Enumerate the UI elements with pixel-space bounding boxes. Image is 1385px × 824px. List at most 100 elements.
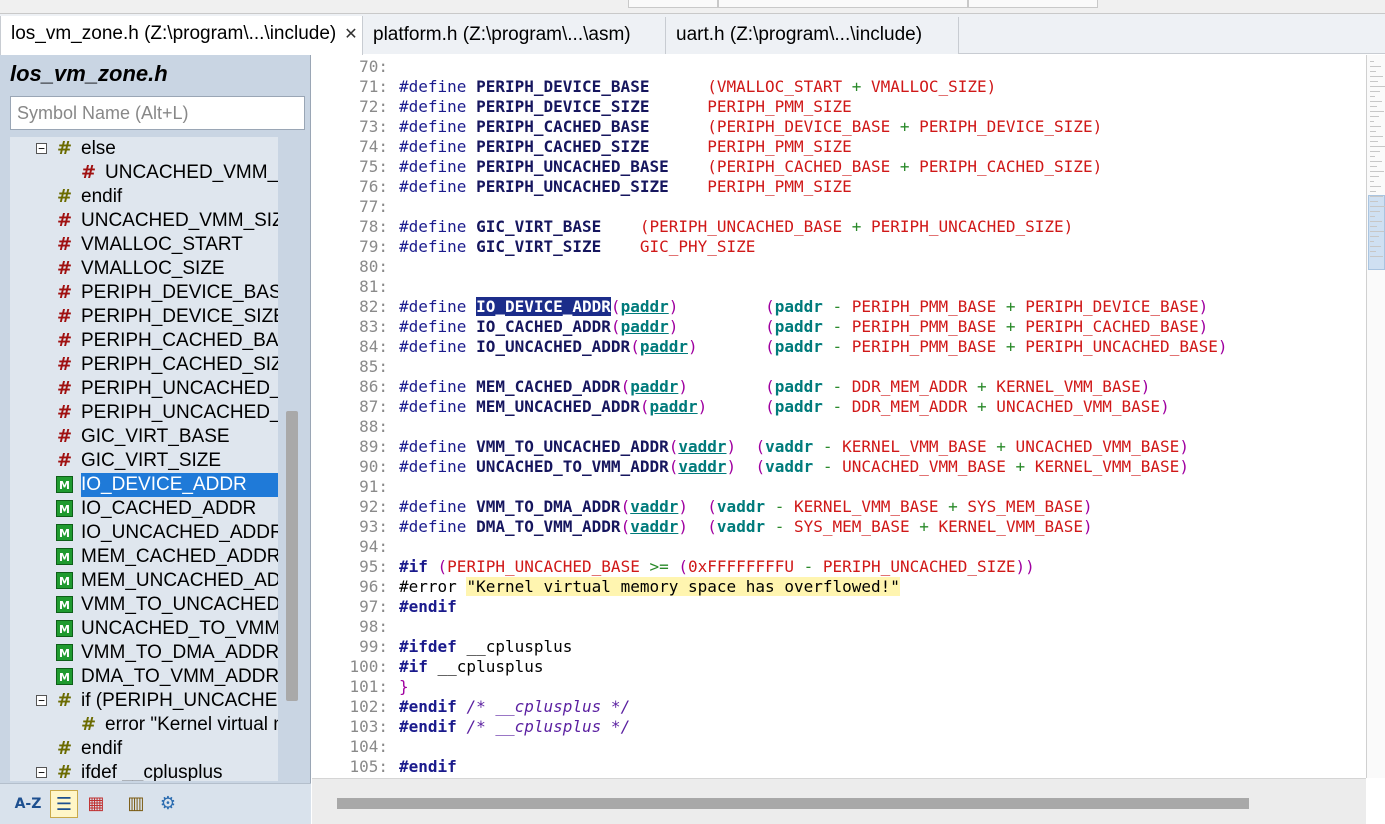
code-line[interactable]: 91: bbox=[312, 477, 1366, 497]
categories-icon[interactable]: ▦ bbox=[82, 790, 110, 818]
close-icon[interactable]: ✕ bbox=[344, 26, 357, 43]
symbol-item[interactable]: # error "Kernel virtual memory space has … bbox=[10, 713, 278, 737]
tab-platform[interactable]: platform.h (Z:\program\...\asm) bbox=[363, 17, 666, 54]
collapse-icon[interactable]: − bbox=[36, 695, 47, 706]
code-line[interactable]: 104: bbox=[312, 737, 1366, 757]
code-line[interactable]: 85: bbox=[312, 357, 1366, 377]
code-line[interactable]: 81: bbox=[312, 277, 1366, 297]
code-line[interactable]: 101:} bbox=[312, 677, 1366, 697]
code-text: #define PERIPH_CACHED_BASE (PERIPH_DEVIC… bbox=[399, 117, 1102, 137]
code-text: } bbox=[399, 677, 409, 697]
symbol-item[interactable]: M IO_DEVICE_ADDR bbox=[10, 473, 278, 497]
code-line[interactable]: 95: #if (PERIPH_UNCACHED_BASE >= (0xFFFFF… bbox=[312, 557, 1366, 577]
symbol-item[interactable]: # endif bbox=[10, 185, 278, 209]
code-line[interactable]: 90: #define UNCACHED_TO_VMM_ADDR(vaddr) (… bbox=[312, 457, 1366, 477]
code-line[interactable]: 84: #define IO_UNCACHED_ADDR(paddr) (padd… bbox=[312, 337, 1366, 357]
symbol-item[interactable]: # VMALLOC_SIZE bbox=[10, 257, 278, 281]
symbol-item[interactable]: − # else bbox=[10, 137, 278, 161]
code-line[interactable]: 99: #ifdef __cplusplus bbox=[312, 637, 1366, 657]
code-line[interactable]: 87: #define MEM_UNCACHED_ADDR(paddr) (pad… bbox=[312, 397, 1366, 417]
code-line[interactable]: 70: bbox=[312, 57, 1366, 77]
parent-window-strip bbox=[0, 0, 1385, 14]
code-token: MEM_CACHED_ADDR bbox=[476, 377, 621, 396]
tab-uart[interactable]: uart.h (Z:\program\...\include) bbox=[666, 17, 959, 54]
code-line[interactable]: 79: #define GIC_VIRT_SIZE GIC_PHY_SIZE bbox=[312, 237, 1366, 257]
macro-icon: M bbox=[56, 668, 73, 685]
symbol-item[interactable]: # GIC_VIRT_BASE bbox=[10, 425, 278, 449]
symbol-list-scrollbar[interactable] bbox=[286, 411, 298, 701]
sort-az-button[interactable]: A-Z bbox=[14, 790, 42, 818]
symbol-item[interactable]: −# if (PERIPH_UNCACHED_BASE >= (0xFFFFFFF… bbox=[10, 689, 278, 713]
code-line[interactable]: 100: #if __cplusplus bbox=[312, 657, 1366, 677]
gear-icon[interactable]: ⚙ bbox=[154, 790, 182, 818]
symbol-item[interactable]: # PERIPH_CACHED_BASE bbox=[10, 329, 278, 353]
symbol-item[interactable]: # VMALLOC_START bbox=[10, 233, 278, 257]
symbol-item[interactable]: M MEM_UNCACHED_ADDR bbox=[10, 569, 278, 593]
symbol-item[interactable]: # PERIPH_CACHED_SIZE bbox=[10, 353, 278, 377]
code-line[interactable]: 80: bbox=[312, 257, 1366, 277]
code-line[interactable]: 97: #endif bbox=[312, 597, 1366, 617]
code-line[interactable]: 92: #define VMM_TO_DMA_ADDR(vaddr) (vaddr… bbox=[312, 497, 1366, 517]
code-line[interactable]: 93: #define DMA_TO_VMM_ADDR(vaddr) (vaddr… bbox=[312, 517, 1366, 537]
horizontal-scrollbar[interactable] bbox=[312, 778, 1366, 824]
code-line[interactable]: 72: #define PERIPH_DEVICE_SIZE PERIPH_PMM… bbox=[312, 97, 1366, 117]
horizontal-scrollbar-thumb[interactable] bbox=[337, 798, 1249, 809]
code-line[interactable]: 94: bbox=[312, 537, 1366, 557]
symbol-item[interactable]: # PERIPH_UNCACHED_SIZE bbox=[10, 401, 278, 425]
symbol-item[interactable]: # PERIPH_DEVICE_SIZE bbox=[10, 305, 278, 329]
code-line[interactable]: 98: bbox=[312, 617, 1366, 637]
book-icon[interactable]: ▥ bbox=[122, 790, 150, 818]
symbol-item[interactable]: # GIC_VIRT_SIZE bbox=[10, 449, 278, 473]
minimap[interactable] bbox=[1366, 55, 1385, 778]
symbol-item[interactable]: # UNCACHED_VMM_BASE bbox=[10, 161, 278, 185]
code-line[interactable]: 82: #define IO_DEVICE_ADDR(paddr) (paddr … bbox=[312, 297, 1366, 317]
line-number: 93: bbox=[359, 517, 388, 536]
code-line[interactable]: 76: #define PERIPH_UNCACHED_SIZE PERIPH_P… bbox=[312, 177, 1366, 197]
symbol-item-label: UNCACHED_TO_VMM_ADDR bbox=[81, 618, 278, 639]
code-line[interactable]: 75: #define PERIPH_UNCACHED_BASE (PERIPH_… bbox=[312, 157, 1366, 177]
list-icon[interactable]: ☰ bbox=[50, 790, 78, 818]
code-text: #define MEM_UNCACHED_ADDR(paddr) (paddr … bbox=[399, 397, 1170, 417]
symbol-search-input[interactable] bbox=[10, 96, 305, 130]
code-line[interactable]: 86: #define MEM_CACHED_ADDR(paddr) (paddr… bbox=[312, 377, 1366, 397]
symbol-item[interactable]: M VMM_TO_UNCACHED_ADDR bbox=[10, 593, 278, 617]
code-token: ) bbox=[1083, 497, 1093, 516]
code-line[interactable]: 89: #define VMM_TO_UNCACHED_ADDR(vaddr) (… bbox=[312, 437, 1366, 457]
code-line[interactable]: 77: bbox=[312, 197, 1366, 217]
symbol-item[interactable]: # UNCACHED_VMM_SIZE bbox=[10, 209, 278, 233]
symbol-item-label: GIC_VIRT_SIZE bbox=[81, 450, 222, 471]
symbol-item[interactable]: M IO_UNCACHED_ADDR bbox=[10, 521, 278, 545]
code-token: #define bbox=[399, 177, 477, 196]
code-token: paddr bbox=[774, 317, 823, 336]
code-line[interactable]: 96: #error "Kernel virtual memory space h… bbox=[312, 577, 1366, 597]
symbol-item[interactable]: # PERIPH_DEVICE_BASE bbox=[10, 281, 278, 305]
code-token: ) bbox=[1179, 437, 1189, 456]
symbol-item[interactable]: M IO_CACHED_ADDR bbox=[10, 497, 278, 521]
code-line[interactable]: 105: #endif bbox=[312, 757, 1366, 777]
symbol-item[interactable]: − # ifdef __cplusplus bbox=[10, 761, 278, 781]
symbol-item[interactable]: # endif bbox=[10, 737, 278, 761]
define-icon: # bbox=[80, 162, 97, 183]
symbol-item[interactable]: M DMA_TO_VMM_ADDR bbox=[10, 665, 278, 689]
symbol-item-label: if (PERIPH_UNCACHED_BASE >= (0xFFFFFFFFU… bbox=[81, 690, 278, 711]
code-line[interactable]: 102: #endif /* __cplusplus */ bbox=[312, 697, 1366, 717]
code-line[interactable]: 74: #define PERIPH_CACHED_SIZE PERIPH_PMM… bbox=[312, 137, 1366, 157]
symbol-item[interactable]: M MEM_CACHED_ADDR bbox=[10, 545, 278, 569]
symbol-item[interactable]: M VMM_TO_DMA_ADDR bbox=[10, 641, 278, 665]
code-line[interactable]: 83: #define IO_CACHED_ADDR(paddr) (paddr … bbox=[312, 317, 1366, 337]
code-line[interactable]: 73: #define PERIPH_CACHED_BASE (PERIPH_DE… bbox=[312, 117, 1366, 137]
code-line[interactable]: 88: bbox=[312, 417, 1366, 437]
collapse-icon[interactable]: − bbox=[36, 767, 47, 778]
code-line[interactable]: 78: #define GIC_VIRT_BASE (PERIPH_UNCACHE… bbox=[312, 217, 1366, 237]
symbol-item-label: VMALLOC_START bbox=[81, 234, 243, 255]
symbol-item[interactable]: # PERIPH_UNCACHED_BASE bbox=[10, 377, 278, 401]
code-line[interactable]: 103: #endif /* __cplusplus */ bbox=[312, 717, 1366, 737]
code-token: __cplusplus bbox=[437, 657, 544, 676]
tab-los-vm-zone[interactable]: los_vm_zone.h (Z:\program\...\include) ✕ bbox=[0, 16, 363, 55]
code-line[interactable]: 71: #define PERIPH_DEVICE_BASE (VMALLOC_S… bbox=[312, 77, 1366, 97]
symbol-item[interactable]: M UNCACHED_TO_VMM_ADDR bbox=[10, 617, 278, 641]
code-token: SYS_MEM_BASE bbox=[794, 517, 920, 536]
collapse-icon[interactable]: − bbox=[36, 143, 47, 154]
code-editor[interactable]: 70: 71: #define PERIPH_DEVICE_BASE (VMALLO… bbox=[312, 55, 1366, 778]
